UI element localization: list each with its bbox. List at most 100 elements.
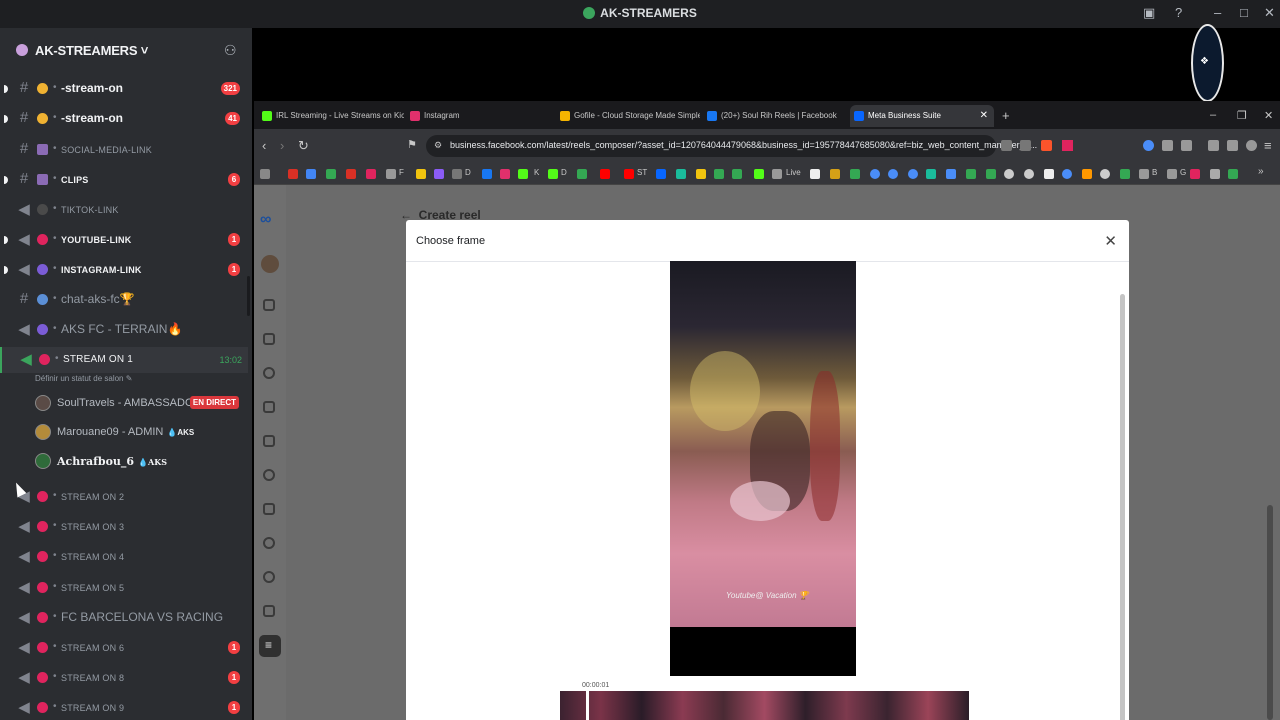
menu-icon[interactable]: ≡	[1264, 138, 1272, 153]
channel-item[interactable]: ◀ • STREAM ON 9 1	[0, 695, 248, 720]
bookmark-icon[interactable]	[346, 169, 356, 179]
brave-shield-icon[interactable]	[1041, 140, 1052, 151]
channel-item[interactable]: # • chat-aks-fc🏆	[0, 287, 248, 313]
url-input[interactable]: ⚙ business.facebook.com/latest/reels_com…	[426, 135, 1037, 157]
bookmark-icon[interactable]	[624, 169, 634, 179]
more-bookmarks-icon[interactable]: »	[1258, 166, 1264, 177]
bookmark-icon[interactable]	[754, 169, 764, 179]
server-name[interactable]: AK-STREAMERS ˅	[35, 43, 148, 58]
compass-icon[interactable]	[263, 367, 275, 379]
vpn-icon[interactable]	[1246, 140, 1257, 151]
calendar-icon[interactable]	[263, 401, 275, 413]
extension-icon[interactable]	[1162, 140, 1173, 151]
folder-icon[interactable]	[1139, 169, 1149, 179]
channel-item[interactable]: ◀ • YOUTUBE-LINK 1	[0, 227, 248, 253]
add-member-icon[interactable]: ⚇	[224, 42, 237, 59]
voice-user[interactable]: Marouane09 - ADMIN 💧AKS	[35, 420, 249, 446]
bookmark-icon[interactable]	[1024, 169, 1034, 179]
apps-icon[interactable]	[260, 169, 270, 179]
bookmark-icon[interactable]	[926, 169, 936, 179]
channel-item[interactable]: ◀ • STREAM ON 3	[0, 514, 248, 540]
all-tools-button[interactable]: ≡	[259, 635, 281, 657]
folder-icon[interactable]	[386, 169, 396, 179]
bookmark-icon[interactable]: ⚑	[407, 138, 417, 151]
channel-item[interactable]: ◀ • STREAM ON 6 1	[0, 635, 248, 661]
bookmark-icon[interactable]	[850, 169, 860, 179]
channel-item-active[interactable]: ◀ • STREAM ON 1 13:02	[0, 347, 248, 373]
voice-user[interactable]: Achrafbou_6 💧AKS	[35, 449, 249, 475]
new-tab-icon[interactable]: +	[1002, 108, 1010, 123]
bookmark-icon[interactable]	[1044, 169, 1054, 179]
frame-filmstrip[interactable]	[560, 691, 969, 720]
bookmark-icon[interactable]	[326, 169, 336, 179]
megaphone-icon[interactable]	[263, 605, 275, 617]
bookmark-icon[interactable]	[416, 169, 426, 179]
reader-icon[interactable]	[1001, 140, 1012, 151]
bookmark-icon[interactable]	[656, 169, 666, 179]
bookmark-icon[interactable]	[288, 169, 298, 179]
content-icon[interactable]	[263, 435, 275, 447]
folder-icon[interactable]	[772, 169, 782, 179]
page-avatar[interactable]	[261, 255, 279, 273]
tab-facebook[interactable]: (20+) Soul Rih Reels | Facebook	[703, 105, 847, 127]
back-icon[interactable]: ‹	[262, 138, 266, 153]
bookmark-icon[interactable]	[946, 169, 956, 179]
browser-close-icon[interactable]: ✕	[1264, 109, 1273, 122]
folder-icon[interactable]	[1167, 169, 1177, 179]
bookmark-icon[interactable]	[966, 169, 976, 179]
bookmark-icon[interactable]	[676, 169, 686, 179]
tab-instagram[interactable]: Instagram	[406, 105, 550, 127]
channel-status[interactable]: Définir un statut de salon ✎	[35, 374, 132, 383]
bookmark-icon[interactable]	[482, 169, 492, 179]
channel-item[interactable]: ◀ • STREAM ON 8 1	[0, 665, 248, 691]
bookmark-icon[interactable]	[1100, 169, 1110, 179]
frame-selector-handle[interactable]	[586, 691, 589, 720]
bookmark-icon[interactable]	[1120, 169, 1130, 179]
extension-icon[interactable]	[1143, 140, 1154, 151]
channel-item[interactable]: ◀ • INSTAGRAM-LINK 1	[0, 257, 248, 283]
channel-item[interactable]: ◀ • TIKTOK-LINK	[0, 197, 248, 223]
bookmark-icon[interactable]	[1082, 169, 1092, 179]
bookmark-icon[interactable]	[577, 169, 587, 179]
bookmark-icon[interactable]	[500, 169, 510, 179]
bookmark-icon[interactable]	[830, 169, 840, 179]
bookmark-icon[interactable]	[548, 169, 558, 179]
wallet-icon[interactable]	[1227, 140, 1238, 151]
bookmark-icon[interactable]	[434, 169, 444, 179]
channel-item[interactable]: ◀ • FC BARCELONA VS RACING	[0, 605, 248, 631]
close-icon[interactable]: ✕	[1264, 5, 1275, 21]
close-dialog-icon[interactable]: ✕	[1104, 232, 1117, 250]
bookmark-icon[interactable]	[1190, 169, 1200, 179]
channel-item[interactable]: ◀ • STREAM ON 4	[0, 544, 248, 570]
bookmark-icon[interactable]	[306, 169, 316, 179]
browser-restore-icon[interactable]: ❐	[1237, 109, 1247, 122]
sidebar-scrollbar[interactable]	[247, 276, 250, 316]
server-header[interactable]: AK-STREAMERS ˅ ⚇	[0, 28, 252, 72]
sidebar-icon[interactable]	[1208, 140, 1219, 151]
bookmark-icon[interactable]	[696, 169, 706, 179]
share-icon[interactable]	[1020, 140, 1031, 151]
channel-item[interactable]: # • -stream-on 321	[0, 76, 248, 102]
minimize-icon[interactable]: –	[1214, 5, 1221, 20]
tab-gofile[interactable]: Gofile - Cloud Storage Made Simple	[556, 105, 700, 127]
tab-kick[interactable]: IRL Streaming - Live Streams on Kick	[258, 105, 404, 127]
bookmark-icon[interactable]	[810, 169, 820, 179]
bookmark-icon[interactable]	[1210, 169, 1220, 179]
extension-icon[interactable]	[1181, 140, 1192, 151]
channel-item[interactable]: ◀ • STREAM ON 2	[0, 484, 248, 510]
inbox-icon[interactable]	[263, 469, 275, 481]
maximize-icon[interactable]: □	[1240, 5, 1248, 20]
meta-logo-icon[interactable]: ∞	[260, 211, 271, 229]
bookmark-icon[interactable]	[1228, 169, 1238, 179]
channel-item[interactable]: # • -stream-on 41	[0, 106, 248, 132]
notifications-icon[interactable]	[263, 333, 275, 345]
page-scrollbar[interactable]	[1267, 505, 1273, 720]
close-tab-icon[interactable]: ✕	[980, 105, 988, 127]
bookmark-icon[interactable]	[908, 169, 918, 179]
bookmark-icon[interactable]	[986, 169, 996, 179]
bookmark-icon[interactable]	[888, 169, 898, 179]
channel-item[interactable]: # • SOCIAL-MEDIA-LINK	[0, 137, 248, 163]
forward-icon[interactable]: ›	[280, 138, 284, 153]
monetization-icon[interactable]	[263, 571, 275, 583]
bookmark-icon[interactable]	[870, 169, 880, 179]
